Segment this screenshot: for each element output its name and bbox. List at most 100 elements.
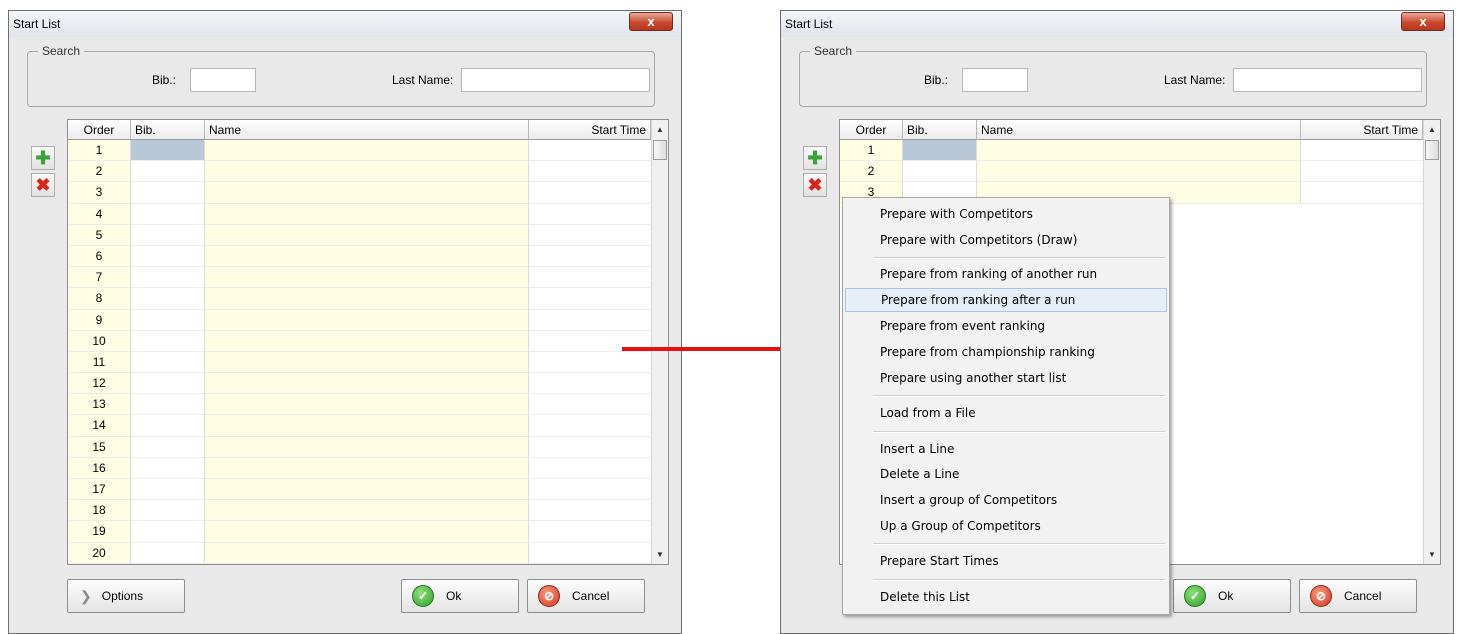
bib-cell[interactable] bbox=[131, 245, 205, 268]
bib-cell[interactable] bbox=[903, 161, 977, 183]
name-cell[interactable] bbox=[205, 161, 529, 183]
menu-item-load-from-a-file[interactable]: Load from a File bbox=[845, 401, 1167, 425]
start-time-cell[interactable] bbox=[529, 436, 651, 458]
delete-row-button[interactable]: ✖ bbox=[31, 173, 55, 197]
name-cell[interactable] bbox=[205, 288, 529, 310]
options-button[interactable]: ❯ Options bbox=[67, 579, 185, 613]
bib-cell[interactable] bbox=[131, 140, 205, 162]
order-cell[interactable]: 5 bbox=[68, 224, 131, 246]
name-cell[interactable] bbox=[205, 457, 529, 479]
order-cell[interactable]: 1 bbox=[68, 140, 131, 162]
name-cell[interactable] bbox=[205, 394, 529, 416]
table-row[interactable]: 2 bbox=[840, 161, 1423, 183]
bib-cell[interactable] bbox=[131, 521, 205, 543]
column-header-order[interactable]: Order bbox=[68, 120, 131, 140]
start-time-cell[interactable] bbox=[1301, 161, 1423, 183]
start-time-cell[interactable] bbox=[529, 373, 651, 395]
order-cell[interactable]: 19 bbox=[68, 521, 131, 543]
name-cell[interactable] bbox=[205, 373, 529, 395]
order-cell[interactable]: 17 bbox=[68, 479, 131, 501]
scroll-down-icon[interactable]: ▼ bbox=[1424, 546, 1440, 563]
order-cell[interactable]: 18 bbox=[68, 500, 131, 522]
name-cell[interactable] bbox=[205, 267, 529, 289]
name-cell[interactable] bbox=[205, 479, 529, 501]
bib-cell[interactable] bbox=[131, 267, 205, 289]
menu-item-prepare-with-competitors-draw[interactable]: Prepare with Competitors (Draw) bbox=[845, 228, 1167, 252]
order-cell[interactable]: 10 bbox=[68, 330, 131, 352]
ok-button[interactable]: ✓ Ok bbox=[1173, 579, 1291, 613]
bib-cell[interactable] bbox=[131, 457, 205, 479]
order-cell[interactable]: 6 bbox=[68, 245, 131, 268]
order-cell[interactable]: 8 bbox=[68, 288, 131, 310]
scroll-down-icon[interactable]: ▼ bbox=[652, 546, 668, 563]
vertical-scrollbar[interactable]: ▲ ▼ bbox=[1423, 120, 1440, 564]
order-cell[interactable]: 11 bbox=[68, 351, 131, 374]
table-row[interactable]: 19 bbox=[68, 521, 651, 543]
scroll-thumb[interactable] bbox=[653, 140, 667, 160]
menu-item-up-a-group-of-competitors[interactable]: Up a Group of Competitors bbox=[845, 514, 1167, 538]
menu-item-prepare-with-competitors[interactable]: Prepare with Competitors bbox=[845, 202, 1167, 226]
bib-cell[interactable] bbox=[131, 182, 205, 204]
last-name-search-input[interactable] bbox=[461, 68, 650, 92]
name-cell[interactable] bbox=[205, 330, 529, 352]
start-time-cell[interactable] bbox=[529, 245, 651, 268]
name-cell[interactable] bbox=[977, 140, 1301, 162]
order-cell[interactable]: 7 bbox=[68, 267, 131, 289]
name-cell[interactable] bbox=[205, 542, 529, 564]
order-cell[interactable]: 3 bbox=[68, 182, 131, 204]
bib-cell[interactable] bbox=[903, 140, 977, 162]
column-header-name[interactable]: Name bbox=[205, 120, 529, 140]
menu-item-prepare-from-ranking-of-another-run[interactable]: Prepare from ranking of another run bbox=[845, 262, 1167, 286]
table-row[interactable]: 18 bbox=[68, 500, 651, 522]
table-row[interactable]: 2 bbox=[68, 161, 651, 183]
table-row[interactable]: 9 bbox=[68, 309, 651, 331]
table-row[interactable]: 8 bbox=[68, 288, 651, 310]
order-cell[interactable]: 1 bbox=[840, 140, 903, 162]
bib-cell[interactable] bbox=[131, 330, 205, 352]
name-cell[interactable] bbox=[205, 224, 529, 246]
menu-item-prepare-from-event-ranking[interactable]: Prepare from event ranking bbox=[845, 314, 1167, 338]
order-cell[interactable]: 16 bbox=[68, 457, 131, 479]
start-time-cell[interactable] bbox=[529, 394, 651, 416]
bib-cell[interactable] bbox=[131, 500, 205, 522]
bib-cell[interactable] bbox=[131, 415, 205, 437]
start-time-cell[interactable] bbox=[1301, 140, 1423, 162]
start-time-cell[interactable] bbox=[529, 309, 651, 331]
order-cell[interactable]: 15 bbox=[68, 436, 131, 458]
add-row-button[interactable]: ✚ bbox=[803, 146, 827, 170]
table-row[interactable]: 13 bbox=[68, 394, 651, 416]
delete-row-button[interactable]: ✖ bbox=[803, 173, 827, 197]
table-row[interactable]: 1 bbox=[68, 140, 651, 162]
add-row-button[interactable]: ✚ bbox=[31, 146, 55, 170]
start-time-cell[interactable] bbox=[529, 521, 651, 543]
start-time-cell[interactable] bbox=[529, 457, 651, 479]
scroll-up-icon[interactable]: ▲ bbox=[1424, 121, 1440, 138]
menu-item-prepare-start-times[interactable]: Prepare Start Times bbox=[845, 549, 1167, 573]
start-time-cell[interactable] bbox=[529, 479, 651, 501]
start-time-cell[interactable] bbox=[529, 415, 651, 437]
table-row[interactable]: 3 bbox=[68, 182, 651, 204]
close-button[interactable]: x bbox=[629, 12, 673, 31]
menu-item-insert-a-group-of-competitors[interactable]: Insert a group of Competitors bbox=[845, 488, 1167, 512]
menu-item-delete-a-line[interactable]: Delete a Line bbox=[845, 462, 1167, 486]
order-cell[interactable]: 2 bbox=[840, 161, 903, 183]
start-time-cell[interactable] bbox=[529, 267, 651, 289]
bib-cell[interactable] bbox=[131, 436, 205, 458]
start-time-cell[interactable] bbox=[529, 203, 651, 225]
scroll-up-icon[interactable]: ▲ bbox=[652, 121, 668, 138]
start-time-cell[interactable] bbox=[1301, 182, 1423, 204]
bib-cell[interactable] bbox=[131, 224, 205, 246]
table-row[interactable]: 14 bbox=[68, 415, 651, 437]
table-row[interactable]: 11 bbox=[68, 351, 651, 374]
start-time-cell[interactable] bbox=[529, 288, 651, 310]
name-cell[interactable] bbox=[205, 140, 529, 162]
bib-cell[interactable] bbox=[131, 373, 205, 395]
menu-item-delete-this-list[interactable]: Delete this List bbox=[845, 585, 1167, 609]
table-row[interactable]: 10 bbox=[68, 330, 651, 352]
bib-search-input[interactable] bbox=[190, 68, 256, 92]
order-cell[interactable]: 14 bbox=[68, 415, 131, 437]
bib-cell[interactable] bbox=[131, 479, 205, 501]
column-header-bib[interactable]: Bib. bbox=[903, 120, 977, 140]
name-cell[interactable] bbox=[205, 203, 529, 225]
order-cell[interactable]: 2 bbox=[68, 161, 131, 183]
